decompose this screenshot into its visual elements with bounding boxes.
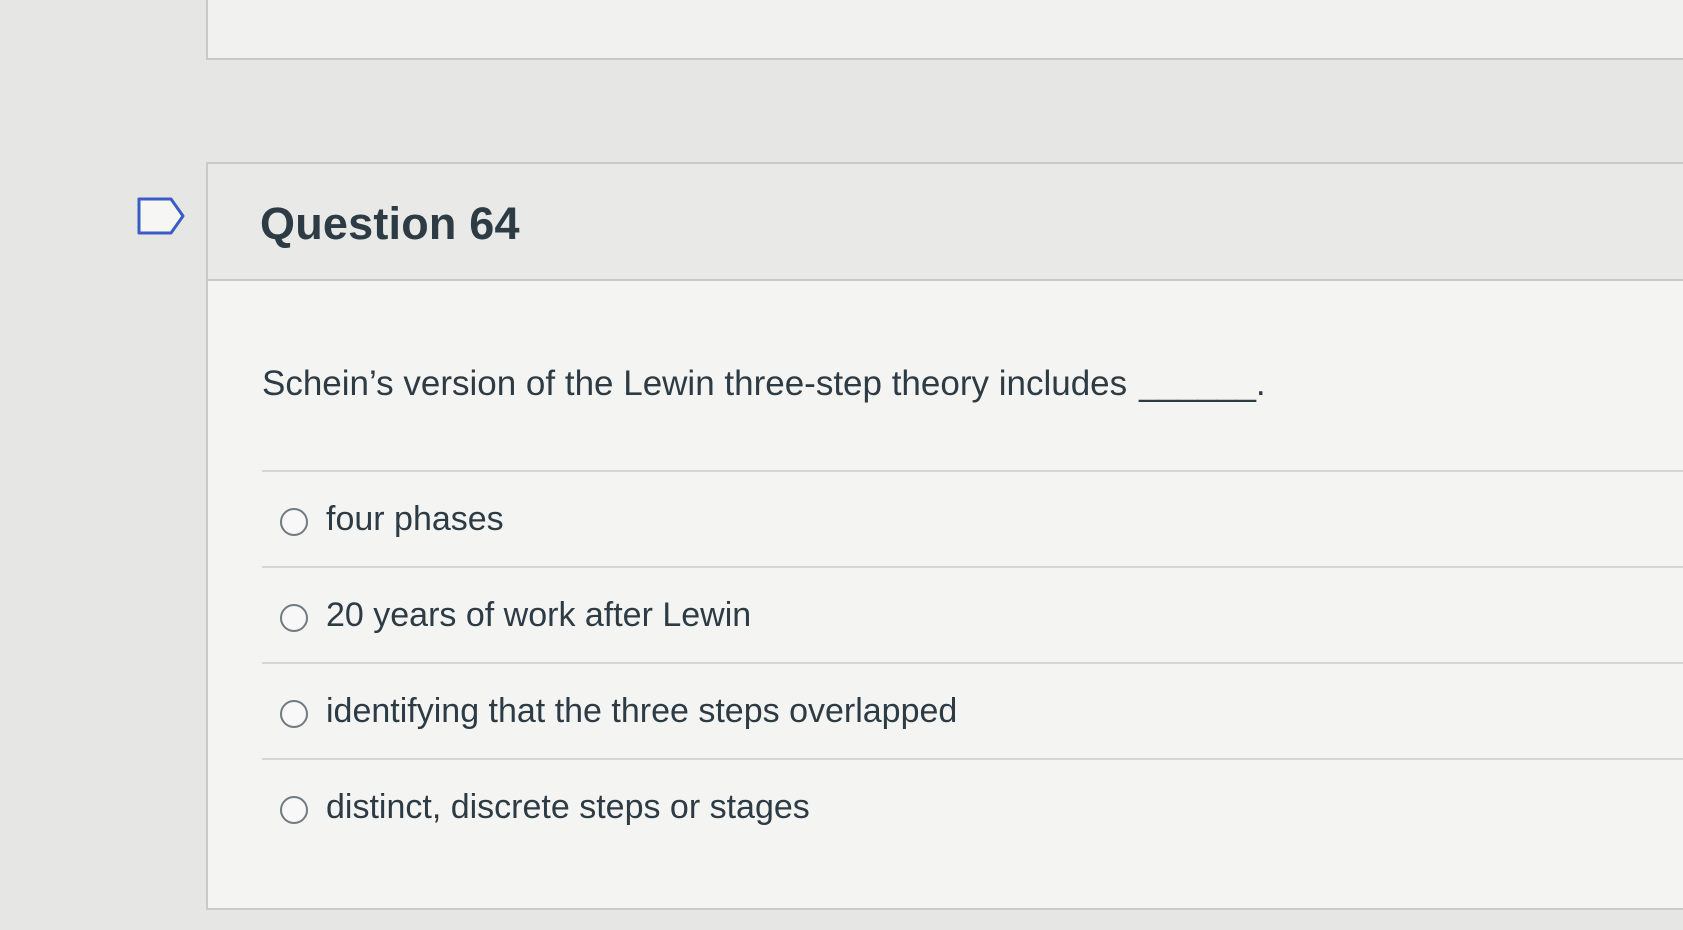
radio-button[interactable]	[280, 700, 308, 728]
answer-option[interactable]: distinct, discrete steps or stages	[262, 758, 1683, 854]
question-prompt: Schein’s version of the Lewin three-step…	[262, 364, 1128, 403]
answer-label[interactable]: identifying that the three steps overlap…	[326, 692, 957, 731]
answer-label[interactable]: four phases	[326, 500, 504, 539]
answer-list: four phases 20 years of work after Lewin…	[262, 470, 1683, 854]
question-card: Question 64 Schein’s version of the Lewi…	[206, 162, 1683, 910]
question-header: Question 64	[208, 164, 1683, 281]
question-title: Question 64	[260, 198, 520, 249]
radio-button[interactable]	[280, 604, 308, 632]
question-blank: ______.	[1139, 364, 1266, 403]
radio-button[interactable]	[280, 796, 308, 824]
flag-question-icon[interactable]	[136, 196, 186, 236]
answer-option[interactable]: 20 years of work after Lewin	[262, 566, 1683, 662]
previous-question-card	[206, 0, 1683, 60]
answer-label[interactable]: 20 years of work after Lewin	[326, 596, 751, 635]
radio-button[interactable]	[280, 508, 308, 536]
answer-option[interactable]: identifying that the three steps overlap…	[262, 662, 1683, 758]
answer-label[interactable]: distinct, discrete steps or stages	[326, 788, 810, 827]
answer-option[interactable]: four phases	[262, 470, 1683, 566]
question-text: Schein’s version of the Lewin three-step…	[262, 364, 1266, 404]
